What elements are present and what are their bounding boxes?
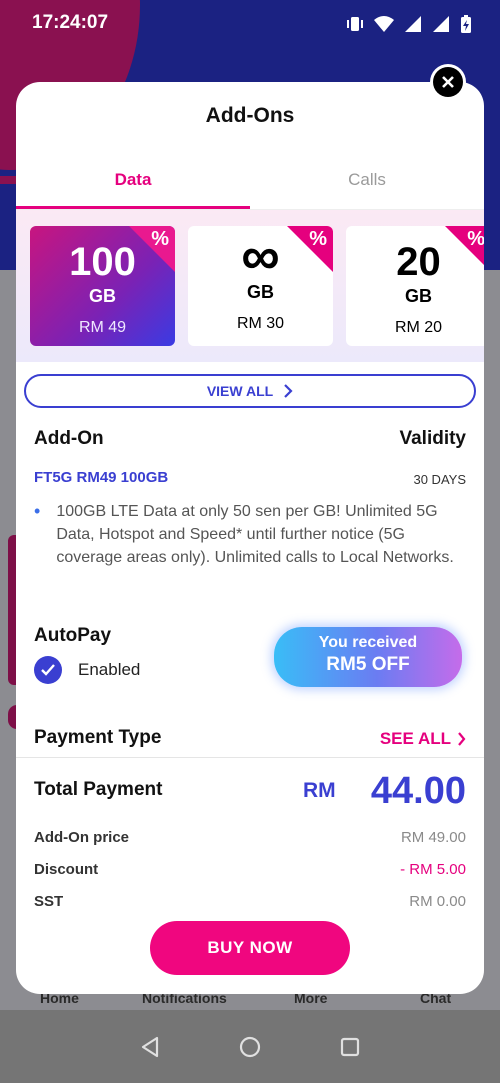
check-icon — [41, 664, 55, 676]
status-icons — [346, 14, 472, 34]
tabs: Data Calls — [16, 166, 484, 210]
modal-title: Add-Ons — [205, 104, 295, 127]
signal-icon — [405, 16, 421, 32]
view-all-button[interactable]: VIEW ALL — [24, 374, 476, 408]
wifi-icon — [374, 16, 394, 32]
plan-card-unlimited[interactable]: % ∞ GB RM 30 — [188, 226, 333, 346]
plan-card-20gb[interactable]: % 20 GB RM 20 — [346, 226, 484, 346]
recents-icon[interactable] — [339, 1036, 361, 1058]
plan-description: • 100GB LTE Data at only 50 sen per GB! … — [34, 500, 466, 569]
discount-badge: % — [467, 228, 484, 250]
plan-price: RM 20 — [394, 319, 443, 336]
divider — [16, 757, 484, 758]
validity-header: Validity — [399, 428, 466, 449]
discount-label: Discount — [34, 861, 99, 878]
payment-type-title: Payment Type — [34, 727, 162, 748]
plan-price: RM 49 — [78, 319, 127, 336]
plan-unit: GB — [89, 286, 116, 306]
autopay-status: Enabled — [78, 660, 141, 679]
plan-carousel: % 100 GB RM 49 % ∞ GB RM 30 % 20 GB RM 2… — [16, 210, 484, 362]
tab-calls[interactable]: Calls — [250, 166, 484, 209]
plan-name: FT5G RM49 100GB — [34, 469, 169, 486]
plan-price: RM 30 — [236, 315, 285, 332]
status-time: 17:24:07 — [32, 12, 109, 33]
signal-2-icon — [433, 16, 449, 32]
see-all-button[interactable]: SEE ALL — [380, 729, 466, 749]
total-currency: RM — [303, 779, 336, 802]
home-icon[interactable] — [239, 1036, 261, 1058]
system-nav-bar — [0, 1010, 500, 1083]
close-icon — [433, 67, 463, 97]
tab-data[interactable]: Data — [16, 166, 250, 209]
discount-badge: % — [309, 228, 327, 250]
sst-label: SST — [34, 893, 64, 910]
plan-validity: 30 DAYS — [413, 472, 466, 487]
status-bar: 17:24:07 — [0, 0, 500, 46]
total-label: Total Payment — [34, 779, 163, 800]
plan-card-100gb[interactable]: % 100 GB RM 49 — [30, 226, 175, 346]
bullet-icon: • — [34, 501, 41, 521]
promo-line1: You received — [318, 634, 418, 651]
vibrate-icon — [347, 17, 363, 31]
discount-value: - RM 5.00 — [400, 861, 466, 878]
discount-badge: % — [151, 228, 169, 250]
plan-unit: GB — [405, 286, 432, 306]
promo-badge: You received RM5 OFF — [274, 627, 462, 687]
back-icon[interactable] — [139, 1036, 161, 1058]
addons-modal: Add-Ons Data Calls % 100 GB RM 49 % ∞ GB… — [16, 82, 484, 994]
autopay-title: AutoPay — [34, 625, 112, 646]
plan-unit: GB — [247, 282, 274, 302]
plan-description-text: 100GB LTE Data at only 50 sen per GB! Un… — [56, 503, 454, 566]
chevron-right-icon — [284, 384, 293, 398]
battery-charging-icon — [461, 15, 471, 33]
close-button[interactable] — [430, 64, 466, 100]
see-all-label: SEE ALL — [379, 729, 451, 748]
chevron-right-icon — [458, 732, 466, 746]
total-amount: 44.00 — [370, 770, 466, 812]
buy-now-button[interactable]: BUY NOW — [150, 921, 350, 975]
addon-price-value: RM 49.00 — [400, 829, 466, 846]
addon-header: Add-On — [34, 428, 104, 449]
promo-line2: RM5 OFF — [326, 654, 410, 675]
view-all-label: VIEW ALL — [206, 383, 274, 399]
autopay-checkbox[interactable] — [34, 656, 62, 684]
sst-value: RM 0.00 — [409, 893, 466, 910]
addon-price-label: Add-On price — [34, 829, 130, 846]
